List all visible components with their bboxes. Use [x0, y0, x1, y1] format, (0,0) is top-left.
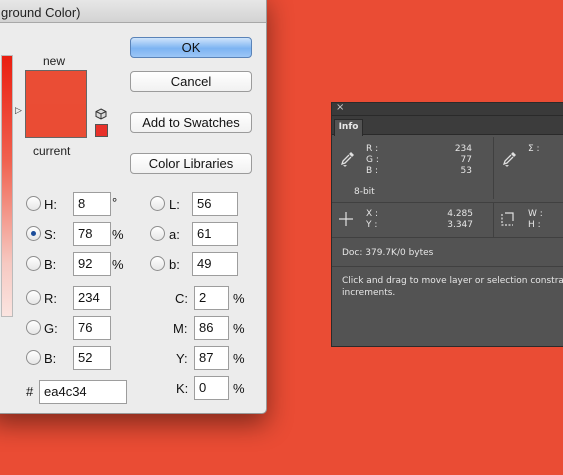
info-h-label: H : [528, 220, 541, 230]
black-label: K: [176, 381, 189, 396]
info-divider [332, 266, 563, 267]
red-label: R: [44, 291, 57, 306]
hint-text-line1: Click and drag to move layer or selectio… [342, 276, 563, 286]
selection-size-icon [501, 212, 514, 226]
magenta-field[interactable]: 86 [194, 316, 229, 340]
info-g-value: 77 [460, 155, 472, 165]
black-field[interactable]: 0 [194, 376, 229, 400]
info-panel-topbar[interactable]: × [332, 102, 563, 116]
eyedropper-icon[interactable] [341, 151, 355, 167]
black-unit: % [233, 381, 245, 396]
sigma-label: Σ : [528, 144, 540, 154]
brightness-radio[interactable] [26, 256, 41, 271]
green-radio[interactable] [26, 320, 41, 335]
red-radio[interactable] [26, 290, 41, 305]
lab-a-label: a: [169, 227, 180, 242]
hint-text-line2: increments. [342, 288, 396, 298]
info-panel: × Info R : G : B : 234 77 53 8-bit Σ : X… [331, 102, 563, 347]
add-to-swatches-button[interactable]: Add to Swatches [130, 112, 252, 133]
info-divider [332, 237, 563, 238]
hue-field[interactable]: 8 [73, 192, 111, 216]
info-x-label: X : [366, 209, 379, 219]
yellow-field[interactable]: 87 [194, 346, 229, 370]
saturation-field[interactable]: 78 [73, 222, 111, 246]
cyan-unit: % [233, 291, 245, 306]
web-safe-color-swatch[interactable] [95, 124, 108, 137]
gamut-cube-icon[interactable] [95, 108, 107, 120]
lab-a-field[interactable]: 61 [192, 222, 238, 246]
blue-radio[interactable] [26, 350, 41, 365]
brightness-field[interactable]: 92 [73, 252, 111, 276]
info-y-label: Y : [366, 220, 378, 230]
info-divider [493, 203, 494, 237]
blue-field[interactable]: 52 [73, 346, 111, 370]
color-libraries-button[interactable]: Color Libraries [130, 153, 252, 174]
new-color-label: new [43, 54, 66, 68]
info-divider [332, 202, 563, 203]
ok-button[interactable]: OK [130, 37, 252, 58]
cyan-label: C: [175, 291, 188, 306]
brightness-unit: % [112, 257, 124, 272]
current-color-swatch[interactable] [25, 104, 87, 138]
info-b-value: 53 [460, 166, 472, 176]
blue-label: B: [44, 351, 57, 366]
info-w-label: W : [528, 209, 543, 219]
slider-handle-icon[interactable]: ▷ [15, 105, 22, 116]
lab-l-radio[interactable] [150, 196, 165, 211]
lab-b-field[interactable]: 49 [192, 252, 238, 276]
info-b-label: B : [366, 166, 379, 176]
crosshair-icon [339, 212, 353, 226]
cyan-field[interactable]: 2 [194, 286, 229, 310]
hue-unit: ° [112, 195, 118, 210]
green-field[interactable]: 76 [73, 316, 111, 340]
color-picker-dialog: ground Color) ▷ new current OK Cancel Ad… [0, 0, 267, 414]
lab-a-radio[interactable] [150, 226, 165, 241]
tab-info[interactable]: Info [334, 119, 363, 136]
bit-depth-label: 8-bit [354, 187, 375, 197]
hex-field[interactable]: ea4c34 [39, 380, 127, 404]
lab-l-label: L: [169, 197, 180, 212]
info-y-value: 3.347 [447, 220, 473, 230]
green-label: G: [44, 321, 58, 336]
new-color-swatch [25, 70, 87, 104]
info-x-value: 4.285 [447, 209, 473, 219]
saturation-label: S: [44, 227, 57, 242]
hue-label: H: [44, 197, 57, 212]
eyedropper-icon[interactable] [503, 151, 517, 167]
lab-l-field[interactable]: 56 [192, 192, 238, 216]
info-divider [493, 137, 494, 199]
close-icon[interactable]: × [336, 102, 344, 113]
info-r-value: 234 [454, 144, 472, 154]
magenta-label: M: [173, 321, 188, 336]
doc-size-text: Doc: 379.7K/0 bytes [342, 248, 434, 258]
info-r-label: R : [366, 144, 379, 154]
yellow-unit: % [233, 351, 245, 366]
color-slider[interactable] [1, 55, 13, 317]
current-color-label: current [33, 144, 71, 158]
magenta-unit: % [233, 321, 245, 336]
cancel-button[interactable]: Cancel [130, 71, 252, 92]
info-g-label: G : [366, 155, 379, 165]
brightness-label: B: [44, 257, 57, 272]
hue-radio[interactable] [26, 196, 41, 211]
saturation-radio[interactable] [26, 226, 41, 241]
yellow-label: Y: [176, 351, 188, 366]
red-field[interactable]: 234 [73, 286, 111, 310]
lab-b-radio[interactable] [150, 256, 165, 271]
dialog-titlebar[interactable]: ground Color) [0, 0, 266, 23]
info-tabbar: Info [332, 116, 563, 136]
dialog-title: ground Color) [1, 5, 81, 20]
lab-b-label: b: [169, 257, 180, 272]
saturation-unit: % [112, 227, 124, 242]
hex-label: # [26, 384, 34, 399]
